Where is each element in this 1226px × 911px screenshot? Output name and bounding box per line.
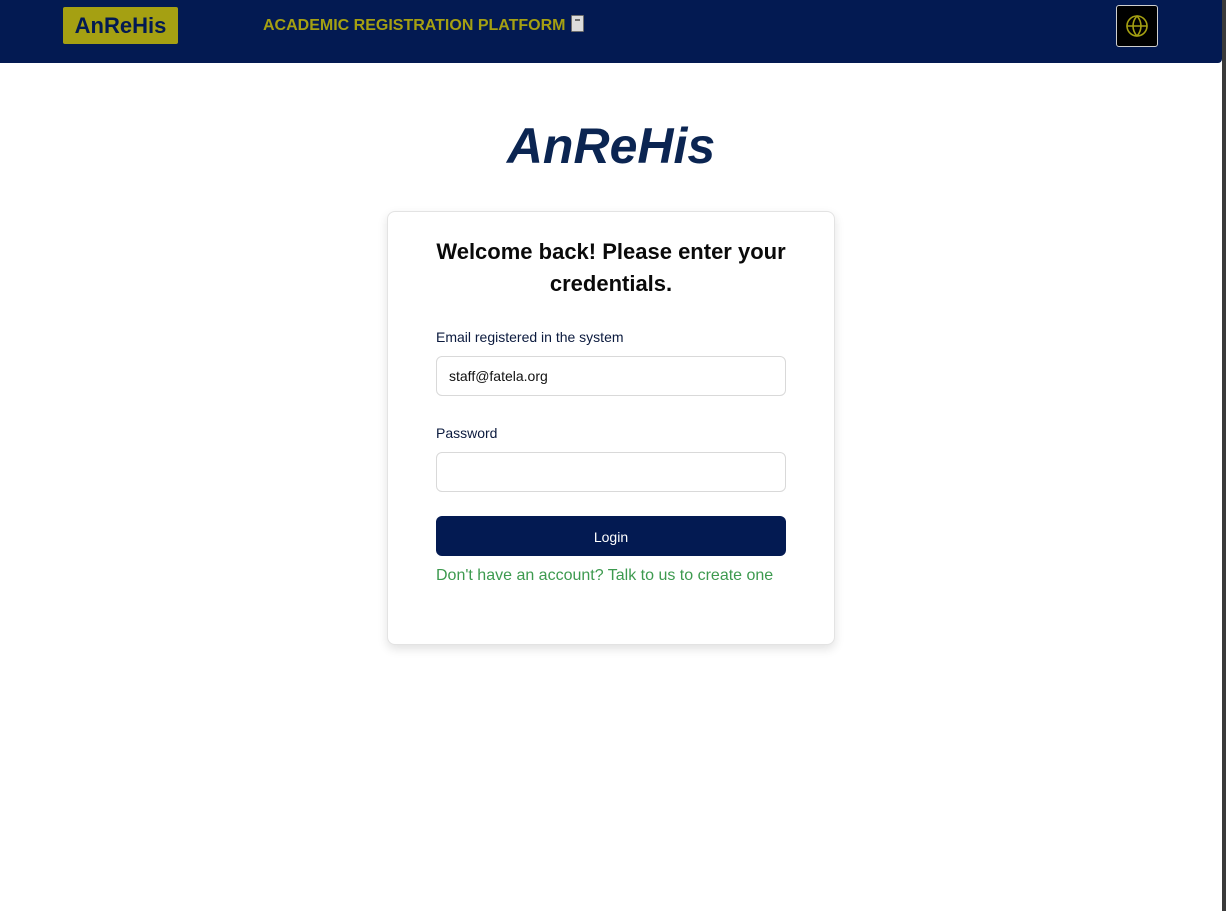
notebook-icon: [570, 15, 584, 32]
app-heading: AnReHis: [506, 118, 716, 174]
platform-title-text: ACADEMIC REGISTRATION PLATFORM: [263, 17, 566, 34]
email-field[interactable]: [436, 356, 786, 396]
window-scroll-edge: [1222, 0, 1226, 911]
platform-title: ACADEMIC REGISTRATION PLATFORM: [263, 15, 584, 37]
password-field[interactable]: [436, 452, 786, 492]
globe-icon: [1126, 15, 1148, 37]
email-label: Email registered in the system: [436, 329, 624, 345]
language-button[interactable]: [1116, 5, 1158, 47]
login-button[interactable]: Login: [436, 516, 786, 556]
login-page: AnReHis ACADEMIC REGISTRATION PLATFORM A…: [0, 0, 1226, 911]
top-navbar: AnReHis ACADEMIC REGISTRATION PLATFORM: [0, 0, 1222, 63]
password-label: Password: [436, 425, 498, 441]
login-card-title: Welcome back! Please enter your credenti…: [436, 239, 786, 296]
brand-logo[interactable]: AnReHis: [63, 7, 178, 44]
create-account-link[interactable]: Don't have an account? Talk to us to cre…: [436, 566, 773, 586]
login-card: Welcome back! Please enter your credenti…: [387, 211, 835, 645]
